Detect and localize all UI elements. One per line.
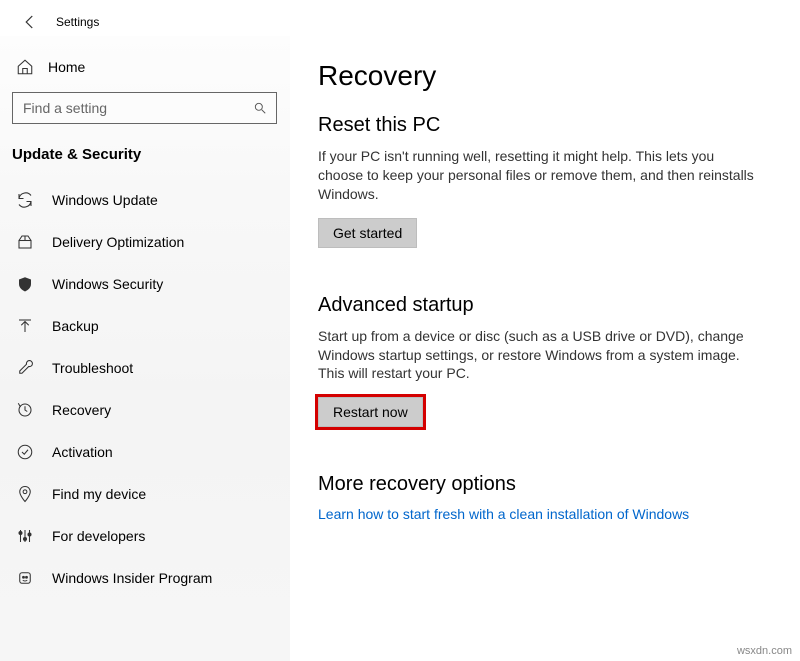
sidebar-item-label: Backup [52, 318, 99, 334]
sidebar: Home Update & Security Windows Update [0, 36, 290, 661]
sidebar-item-windows-update[interactable]: Windows Update [0, 179, 289, 221]
sidebar-item-label: Delivery Optimization [52, 234, 184, 250]
search-container [0, 84, 289, 134]
sidebar-home-label: Home [48, 59, 85, 75]
titlebar: Settings [0, 0, 800, 36]
backup-icon [16, 317, 34, 335]
sidebar-item-label: Recovery [52, 402, 111, 418]
recovery-icon [16, 401, 34, 419]
more-recovery-title: More recovery options [318, 473, 772, 496]
search-icon [252, 100, 268, 116]
sidebar-item-label: Windows Security [52, 276, 163, 292]
content-area: Recovery Reset this PC If your PC isn't … [290, 36, 800, 661]
home-icon [16, 58, 34, 76]
search-box[interactable] [12, 92, 277, 124]
sidebar-item-activation[interactable]: Activation [0, 431, 289, 473]
sidebar-item-backup[interactable]: Backup [0, 305, 289, 347]
get-started-button[interactable]: Get started [318, 218, 417, 248]
sidebar-item-windows-insider[interactable]: Windows Insider Program [0, 557, 289, 599]
insider-icon [16, 569, 34, 587]
sliders-icon [16, 527, 34, 545]
back-button[interactable] [18, 10, 42, 34]
reset-pc-text: If your PC isn't running well, resetting… [318, 147, 758, 204]
sidebar-item-label: Activation [52, 444, 113, 460]
sidebar-item-delivery-optimization[interactable]: Delivery Optimization [0, 221, 289, 263]
fresh-install-link[interactable]: Learn how to start fresh with a clean in… [318, 506, 772, 522]
restart-now-button[interactable]: Restart now [318, 397, 423, 427]
sidebar-item-label: Windows Insider Program [52, 570, 212, 586]
wrench-icon [16, 359, 34, 377]
delivery-icon [16, 233, 34, 251]
reset-pc-title: Reset this PC [318, 114, 772, 137]
sidebar-item-recovery[interactable]: Recovery [0, 389, 289, 431]
sidebar-item-label: For developers [52, 528, 145, 544]
sidebar-nav: Windows Update Delivery Optimization Win… [0, 179, 289, 599]
sidebar-item-label: Windows Update [52, 192, 158, 208]
watermark: wsxdn.com [737, 645, 792, 657]
location-icon [16, 485, 34, 503]
app-title: Settings [56, 15, 99, 29]
sidebar-item-label: Troubleshoot [52, 360, 133, 376]
sidebar-home[interactable]: Home [0, 50, 289, 84]
page-title: Recovery [318, 60, 772, 92]
sync-icon [16, 191, 34, 209]
shield-icon [16, 275, 34, 293]
sidebar-item-label: Find my device [52, 486, 146, 502]
sidebar-section-label: Update & Security [0, 134, 289, 171]
sidebar-item-find-my-device[interactable]: Find my device [0, 473, 289, 515]
sidebar-item-troubleshoot[interactable]: Troubleshoot [0, 347, 289, 389]
sidebar-item-windows-security[interactable]: Windows Security [0, 263, 289, 305]
advanced-startup-title: Advanced startup [318, 294, 772, 317]
sidebar-item-for-developers[interactable]: For developers [0, 515, 289, 557]
arrow-left-icon [21, 13, 39, 31]
advanced-startup-text: Start up from a device or disc (such as … [318, 327, 758, 384]
search-input[interactable] [13, 93, 276, 123]
check-circle-icon [16, 443, 34, 461]
